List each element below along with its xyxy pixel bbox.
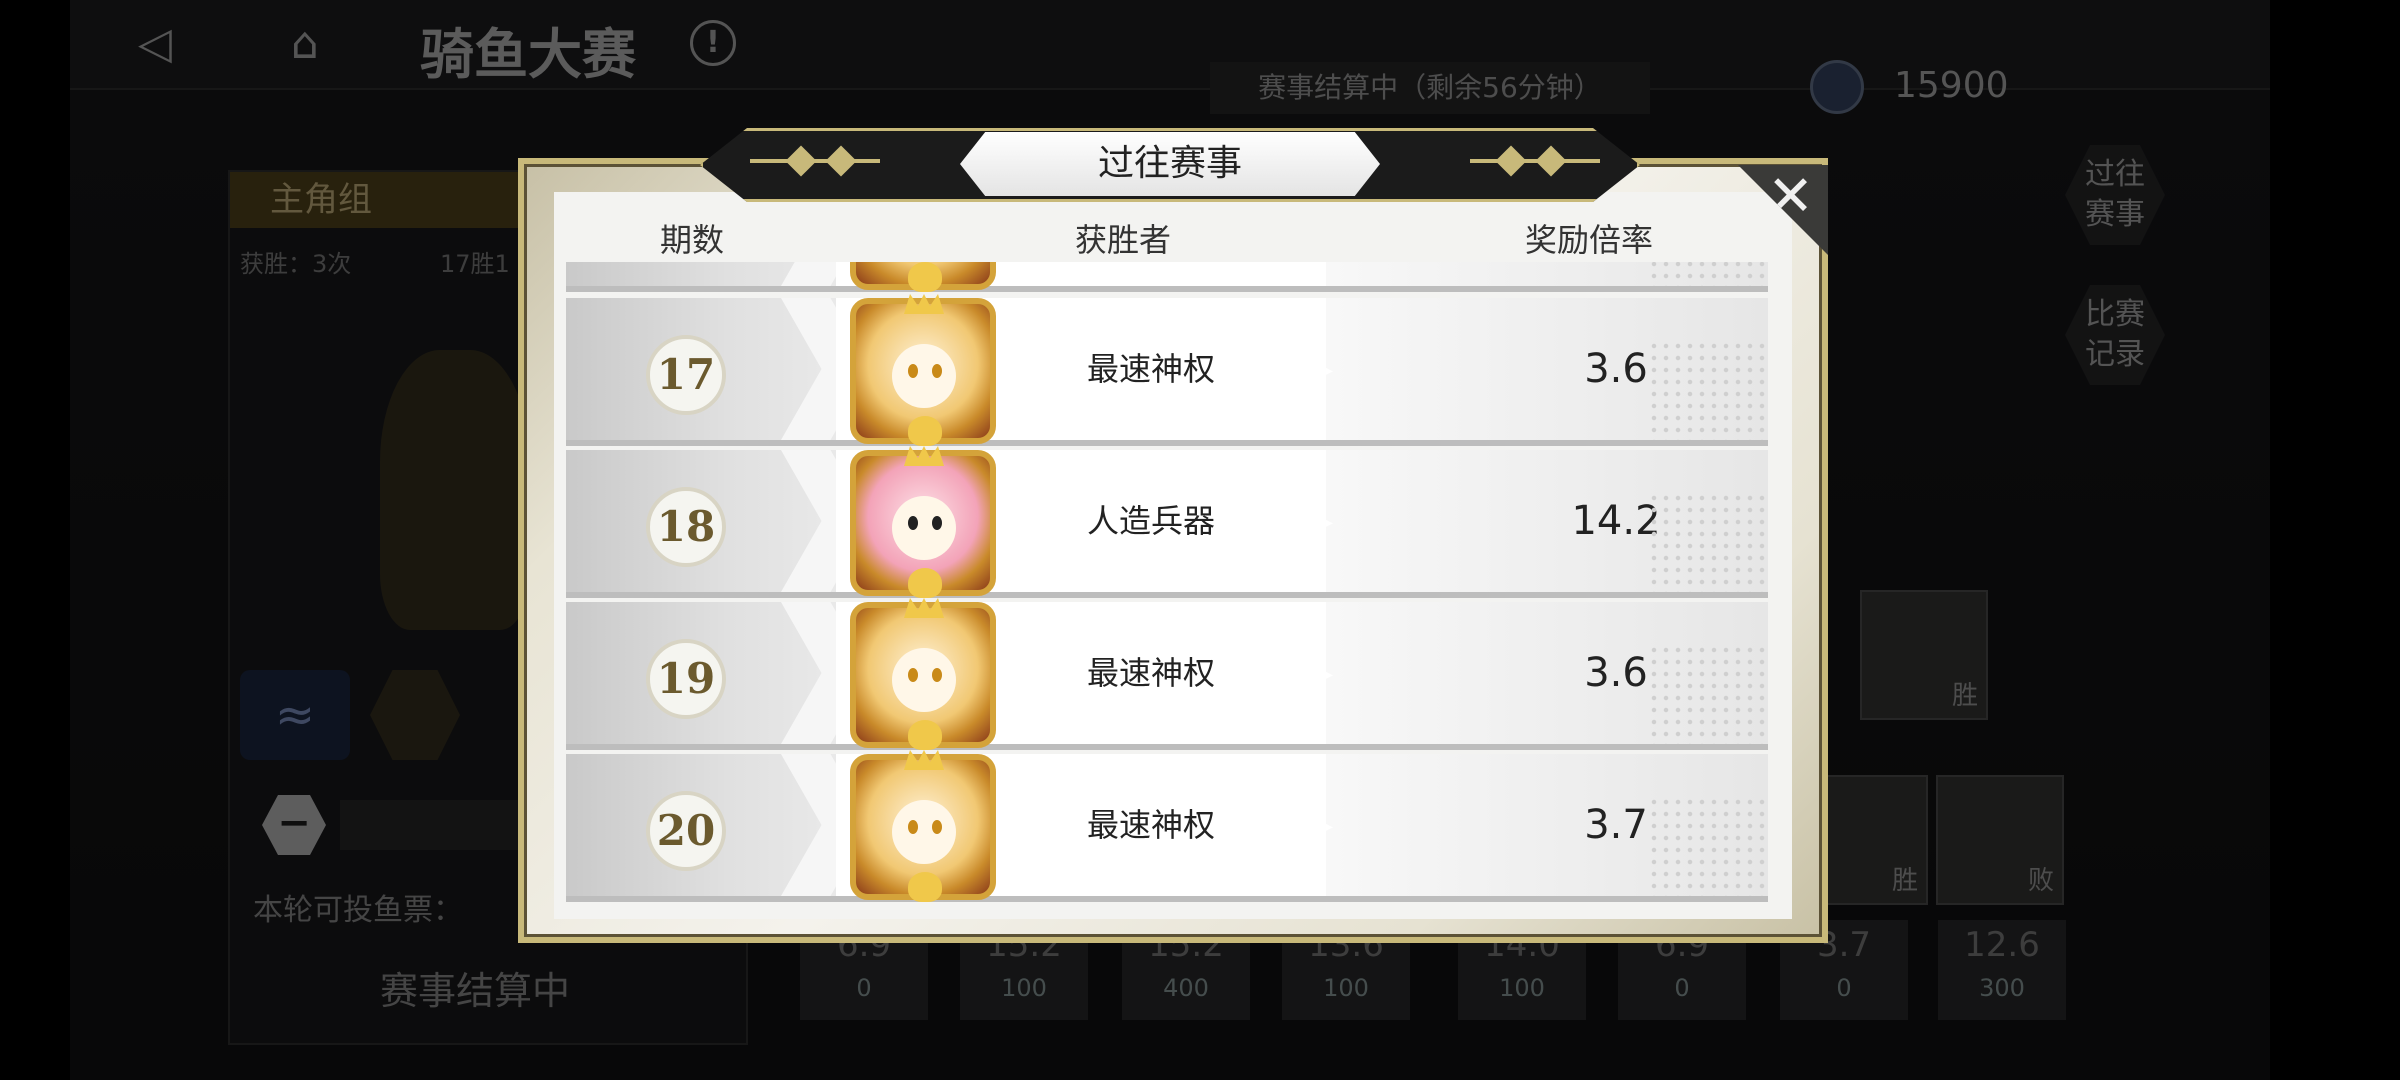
bet-label: 本轮可投鱼票： [253, 893, 463, 928]
table-row[interactable]: 20 最速神权 ▸ 3.7 [566, 750, 1768, 902]
portrait-face [892, 800, 956, 864]
info-icon[interactable]: ! [690, 20, 736, 66]
portrait-face [892, 344, 956, 408]
crown-icon [904, 294, 944, 314]
past-events-list[interactable]: 17 最速神权 ▸ 3.6 18 人造兵器 ▸ 14.2 19 最速神权 ▸ 3… [566, 262, 1768, 902]
odds-bets: 100 [1499, 974, 1545, 1002]
table-row[interactable] [566, 262, 1768, 292]
odds-bets: 400 [1163, 974, 1209, 1002]
odds-bets: 100 [1323, 974, 1369, 1002]
character-art [380, 350, 530, 630]
currency-value: 15900 [1894, 65, 2009, 106]
period-badge: 20 [646, 791, 726, 871]
column-header-winner: 获胜者 [1075, 221, 1172, 259]
portrait-eye [932, 820, 942, 834]
portrait-gem [908, 262, 942, 292]
period-badge: 17 [646, 335, 726, 415]
ornament-right [1470, 145, 1600, 177]
record-text: 17胜1 [440, 250, 510, 278]
modal-title: 过往赛事 [960, 132, 1380, 196]
odds-cell[interactable]: 12.6 300 [1938, 920, 2066, 1020]
ornament-diamond [1535, 145, 1567, 177]
arrow-icon: ▸ [1324, 360, 1334, 381]
portrait-eye [932, 668, 942, 682]
row-dot-pattern [1648, 340, 1768, 440]
portrait-eye [908, 820, 918, 834]
portrait-eye [932, 364, 942, 378]
portrait-face [892, 496, 956, 560]
portrait-eye [932, 516, 942, 530]
currency-display: 15900 [1810, 56, 2070, 116]
portrait-gem [908, 872, 942, 902]
crown-icon [904, 446, 944, 466]
bracket-card[interactable]: 胜 [1860, 590, 1988, 720]
table-row[interactable]: 17 最速神权 ▸ 3.6 [566, 294, 1768, 446]
winner-portrait [850, 598, 996, 750]
bracket-result: 胜 [1951, 681, 1978, 711]
winner-name: 最速神权 [1086, 350, 1215, 388]
bracket-result: 败 [2027, 866, 2054, 896]
portrait-gem [908, 416, 942, 446]
winner-name: 最速神权 [1086, 806, 1215, 844]
bracket-result: 胜 [1891, 866, 1918, 896]
odds-bets: 300 [1979, 974, 2025, 1002]
arrow-icon: ▸ [1324, 664, 1334, 685]
portrait-eye [908, 516, 918, 530]
portrait-eye [908, 668, 918, 682]
fish-icon[interactable]: ≈ [240, 670, 350, 760]
arrow-icon: ▸ [1324, 816, 1334, 837]
row-dot-pattern [1648, 492, 1768, 592]
win-count: 获胜：3次 [240, 250, 352, 278]
status-text: 赛事结算中（剩余56分钟） [1210, 62, 1650, 114]
table-row[interactable]: 18 人造兵器 ▸ 14.2 [566, 446, 1768, 598]
table-row[interactable]: 19 最速神权 ▸ 3.6 [566, 598, 1768, 750]
winner-portrait [850, 294, 996, 446]
winner-name: 最速神权 [1086, 654, 1215, 692]
period-badge: 18 [646, 487, 726, 567]
odds-value: 12.6 [1964, 925, 2040, 965]
winner-name: 人造兵器 [1086, 502, 1215, 540]
portrait-eye [908, 364, 918, 378]
page-title: 骑鱼大赛 [420, 22, 636, 86]
home-icon: ⌂ [291, 18, 319, 69]
winner-portrait [850, 446, 996, 598]
row-dot-pattern [1648, 644, 1768, 744]
winner-portrait [850, 750, 996, 902]
ornament-diamond [1495, 145, 1527, 177]
period-badge: 19 [646, 639, 726, 719]
odds-bets: 0 [1674, 974, 1690, 1002]
crown-icon [904, 750, 944, 770]
ornament-diamond [825, 145, 857, 177]
back-arrow-icon: ◁ [138, 18, 172, 69]
game-screen: ◁ ⌂ 骑鱼大赛 ! 赛事结算中（剩余56分钟） 15900 过往 赛事 比赛 … [0, 0, 2400, 1080]
odds-bets: 0 [1836, 974, 1852, 1002]
ornament-left [750, 145, 880, 177]
past-events-label: 过往 赛事 [2085, 157, 2145, 232]
column-header-multiplier: 奖励倍率 [1525, 221, 1654, 259]
portrait-face [892, 648, 956, 712]
home-button[interactable]: ⌂ [260, 12, 350, 76]
back-button[interactable]: ◁ [110, 12, 200, 76]
column-header-period: 期数 [660, 221, 725, 259]
ornament-diamond [785, 145, 817, 177]
match-records-label: 比赛 记录 [2085, 297, 2145, 372]
winner-portrait [850, 262, 996, 292]
settle-button[interactable]: 赛事结算中 [380, 960, 570, 1015]
row-dot-pattern [1648, 262, 1768, 286]
bracket-card[interactable]: 败 [1936, 775, 2064, 905]
portrait-gem [908, 568, 942, 598]
arrow-icon: ▸ [1324, 512, 1334, 533]
odds-bets: 100 [1001, 974, 1047, 1002]
portrait-gem [908, 720, 942, 750]
bet-amount-bar[interactable] [340, 800, 520, 850]
crown-icon [904, 598, 944, 618]
odds-bets: 0 [856, 974, 872, 1002]
group-tab[interactable]: 主角组 [230, 172, 530, 228]
fish-ticket-icon [1810, 60, 1864, 114]
row-dot-pattern [1648, 796, 1768, 896]
